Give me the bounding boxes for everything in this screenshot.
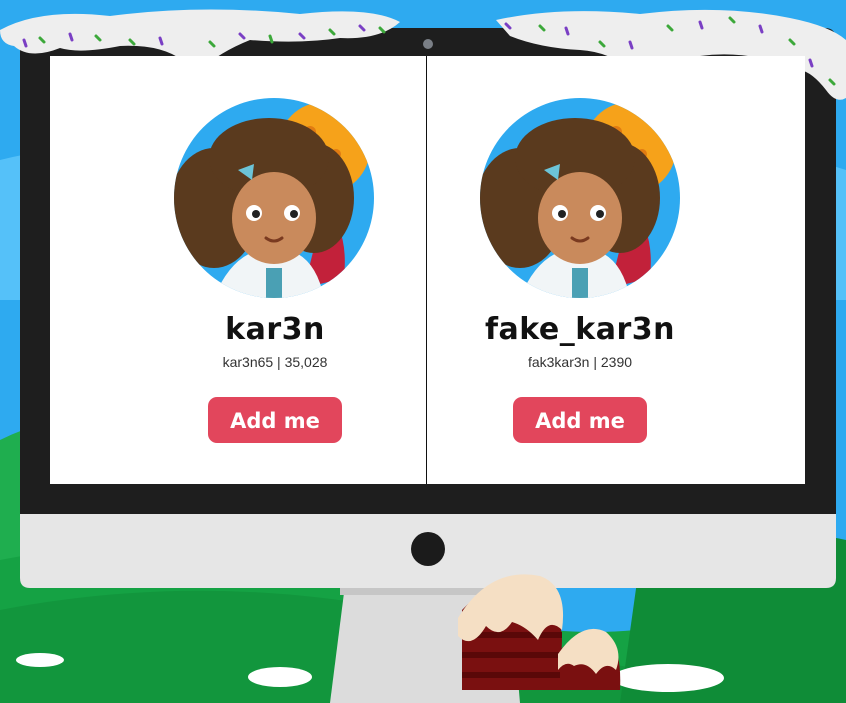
- profile-card-real: kar3n kar3n65 | 35,028 Add me: [50, 56, 427, 484]
- ground-cloud: [248, 667, 312, 687]
- avatar: [480, 98, 680, 298]
- profile-handle-score: fak3kar3n | 2390: [527, 354, 633, 370]
- ground-cloud: [16, 653, 64, 667]
- profile-card-fake: fake_kar3n fak3kar3n | 2390 Add me: [428, 56, 805, 484]
- power-button-icon: [411, 532, 445, 566]
- profile-display-name: fake_kar3n: [484, 312, 675, 347]
- add-me-button[interactable]: Add me: [513, 397, 647, 443]
- ground-cloud: [612, 664, 724, 692]
- webcam-icon: [423, 39, 433, 49]
- avatar: [174, 98, 374, 298]
- add-me-button[interactable]: Add me: [208, 397, 342, 443]
